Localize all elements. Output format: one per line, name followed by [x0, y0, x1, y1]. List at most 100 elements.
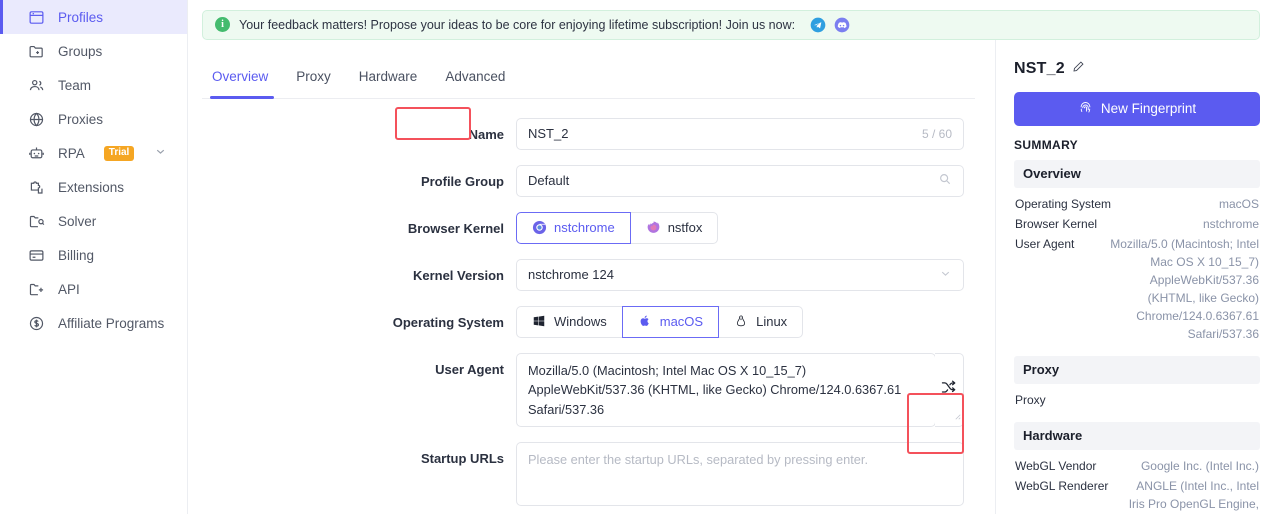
- user-agent-textarea[interactable]: Mozilla/5.0 (Macintosh; Intel Mac OS X 1…: [516, 352, 936, 428]
- profiles-icon: [28, 9, 45, 26]
- summary-key: WebGL Vendor: [1015, 458, 1097, 473]
- summary-key: WebGL Renderer: [1015, 478, 1109, 493]
- robot-icon: [28, 145, 45, 162]
- sidebar-item-label: Affiliate Programs: [58, 315, 165, 331]
- browser-kernel-option-label: nstfox: [667, 220, 703, 236]
- tab-proxy[interactable]: Proxy: [282, 70, 345, 98]
- user-agent-label: User Agent: [435, 361, 504, 377]
- globe-icon: [28, 111, 45, 128]
- summary-row: Proxy: [1014, 390, 1260, 410]
- field-row-name: Name NST_2 5 / 60: [202, 117, 975, 150]
- summary-key: Operating System: [1015, 196, 1112, 211]
- profile-group-label: Profile Group: [420, 173, 504, 189]
- randomize-user-agent-button[interactable]: [934, 352, 964, 428]
- os-option-label: Linux: [756, 314, 788, 330]
- kernel-version-select[interactable]: nstchrome 124: [516, 258, 964, 291]
- sidebar-item-label: Groups: [58, 43, 103, 59]
- shuffle-icon: [940, 379, 957, 401]
- tab-overview[interactable]: Overview: [202, 70, 282, 99]
- os-option-label: Windows: [554, 314, 607, 330]
- apple-icon: [638, 314, 653, 329]
- summary-row: Operating System macOS: [1014, 194, 1260, 214]
- pencil-icon[interactable]: [1072, 60, 1085, 78]
- sidebar-item-team[interactable]: Team: [0, 68, 187, 102]
- sidebar-item-groups[interactable]: Groups: [0, 34, 187, 68]
- summary-heading: SUMMARY: [1014, 137, 1079, 152]
- summary-row: WebGL Renderer ANGLE (Intel Inc., Intel …: [1014, 476, 1260, 514]
- billing-card-icon: [28, 247, 45, 264]
- name-char-counter: 5 / 60: [921, 126, 952, 141]
- browser-kernel-label: Browser Kernel: [407, 220, 504, 236]
- sidebar-item-label: Proxies: [58, 111, 104, 127]
- summary-key: Proxy: [1015, 392, 1046, 407]
- summary-row: Browser Kernel nstchrome: [1014, 214, 1260, 234]
- sidebar-item-solver[interactable]: Solver: [0, 204, 187, 238]
- new-fingerprint-label: New Fingerprint: [1100, 101, 1197, 117]
- name-input-value: NST_2: [528, 126, 569, 142]
- summary-value: Mozilla/5.0 (Macintosh; Intel Mac OS X 1…: [1110, 236, 1259, 341]
- tab-hardware[interactable]: Hardware: [345, 70, 432, 98]
- banner-social-links: [810, 17, 850, 33]
- os-option-windows[interactable]: Windows: [516, 305, 623, 338]
- linux-penguin-icon: [734, 314, 749, 329]
- profile-title-row: NST_2: [1014, 60, 1260, 78]
- sidebar-item-label: API: [58, 281, 80, 297]
- chevron-down-icon[interactable]: [154, 145, 167, 161]
- page-title: NST_2: [1014, 59, 1065, 77]
- puzzle-icon: [28, 179, 45, 196]
- sidebar-item-affiliate-programs[interactable]: Affiliate Programs: [0, 306, 187, 340]
- os-option-linux[interactable]: Linux: [718, 305, 804, 338]
- summary-value: nstchrome: [1202, 216, 1259, 231]
- summary-section-header-overview: Overview: [1014, 159, 1260, 188]
- field-row-startup-urls: Startup URLs Please enter the startup UR…: [202, 442, 975, 507]
- chrome-icon: [532, 220, 547, 235]
- field-row-user-agent: User Agent Mozilla/5.0 (Macintosh; Intel…: [202, 352, 975, 428]
- new-fingerprint-button[interactable]: New Fingerprint: [1014, 91, 1260, 126]
- feedback-banner: i Your feedback matters! Propose your id…: [202, 10, 1260, 40]
- dollar-circle-icon: [28, 315, 45, 332]
- overview-form: Name NST_2 5 / 60 Profile Group Default …: [202, 99, 995, 507]
- browser-kernel-segmented: nstchrome nstfox: [516, 211, 964, 244]
- startup-urls-textarea[interactable]: Please enter the startup URLs, separated…: [516, 442, 964, 507]
- rpa-trial-badge: Trial: [103, 145, 135, 161]
- sidebar-item-api[interactable]: API: [0, 272, 187, 306]
- sidebar-item-label: Billing: [58, 247, 95, 263]
- sidebar-item-label: Solver: [58, 213, 97, 229]
- resize-handle[interactable]: [952, 407, 961, 425]
- sidebar: Profiles Groups Team Proxies RPA Trial E…: [0, 0, 188, 514]
- firefox-icon: [646, 220, 661, 235]
- summary-value: Google Inc. (Intel Inc.): [1140, 458, 1259, 473]
- sidebar-item-profiles[interactable]: Profiles: [0, 0, 187, 34]
- sidebar-item-billing[interactable]: Billing: [0, 238, 187, 272]
- operating-system-label: Operating System: [392, 314, 504, 330]
- sidebar-item-extensions[interactable]: Extensions: [0, 170, 187, 204]
- name-input[interactable]: NST_2 5 / 60: [516, 117, 964, 150]
- discord-icon[interactable]: [834, 17, 850, 33]
- sidebar-item-rpa[interactable]: RPA Trial: [0, 136, 187, 170]
- summary-key: Browser Kernel: [1015, 216, 1098, 231]
- info-icon: i: [215, 17, 230, 33]
- profile-group-select[interactable]: Default: [516, 164, 964, 197]
- chevron-down-icon: [939, 267, 952, 283]
- os-option-label: macOS: [659, 314, 704, 330]
- browser-kernel-option-nstchrome[interactable]: nstchrome: [516, 211, 631, 244]
- summary-panel: NST_2 New Fingerprint SUMMARY Overview O…: [995, 39, 1280, 514]
- telegram-icon[interactable]: [810, 17, 826, 33]
- app-root: Profiles Groups Team Proxies RPA Trial E…: [0, 0, 1280, 514]
- summary-row: User Agent Mozilla/5.0 (Macintosh; Intel…: [1014, 234, 1260, 344]
- sidebar-item-label: Profiles: [58, 9, 104, 25]
- main-area: i Your feedback matters! Propose your id…: [188, 0, 1280, 514]
- name-label: Name: [468, 126, 504, 142]
- browser-kernel-option-nstfox[interactable]: nstfox: [629, 211, 719, 244]
- fingerprint-icon: [1078, 100, 1093, 118]
- summary-value: macOS: [1218, 196, 1259, 211]
- content-wrapper: Overview Proxy Hardware Advanced Name NS…: [188, 39, 1280, 514]
- sidebar-item-label: Extensions: [58, 179, 125, 195]
- sidebar-item-proxies[interactable]: Proxies: [0, 102, 187, 136]
- summary-section-header-hardware: Hardware: [1014, 421, 1260, 450]
- os-option-macos[interactable]: macOS: [621, 305, 720, 338]
- tab-advanced[interactable]: Advanced: [431, 70, 519, 98]
- kernel-version-label: Kernel Version: [412, 267, 504, 283]
- groups-folder-icon: [28, 43, 45, 60]
- search-icon: [938, 172, 952, 189]
